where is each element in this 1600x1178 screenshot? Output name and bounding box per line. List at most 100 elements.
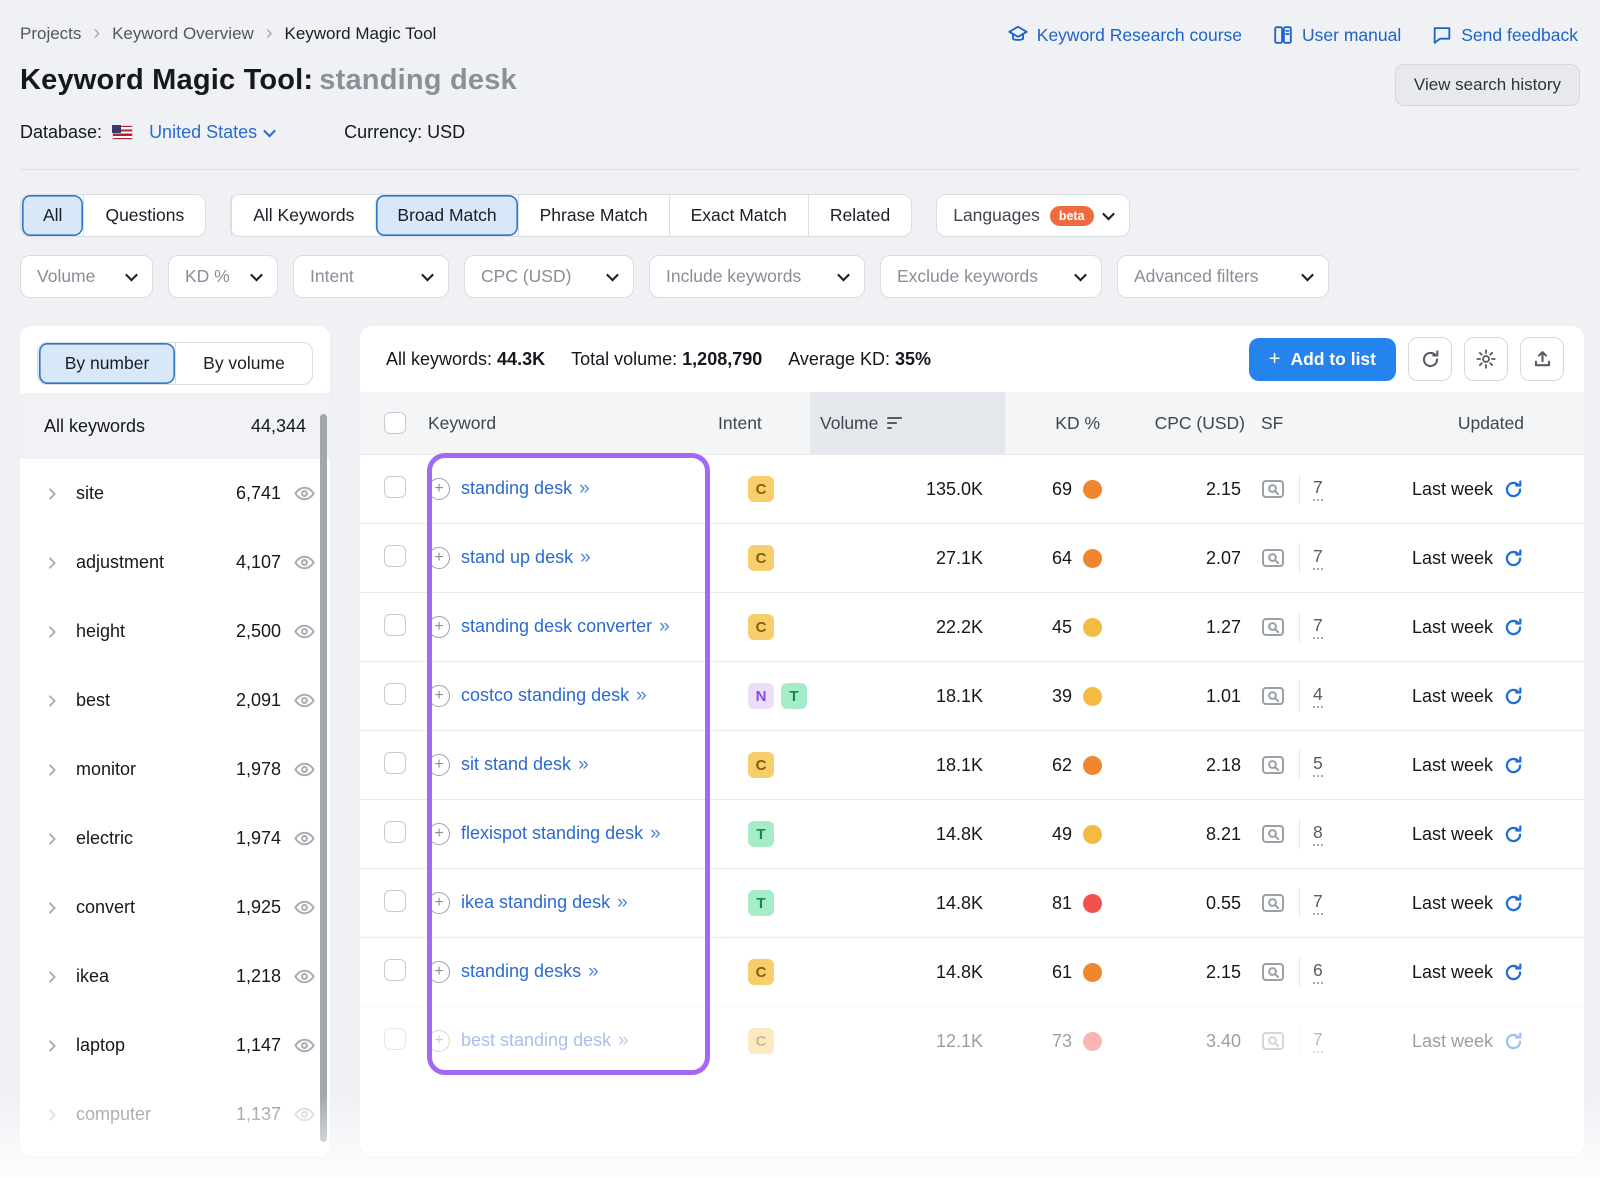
refresh-row-icon[interactable] <box>1503 824 1524 845</box>
sf-count[interactable]: 7 <box>1313 477 1323 501</box>
chevron-right-icon[interactable] <box>44 1107 60 1123</box>
sf-count[interactable]: 8 <box>1313 822 1323 846</box>
serp-features-icon[interactable] <box>1261 824 1286 845</box>
chevron-right-icon[interactable] <box>44 969 60 985</box>
tab-match-type[interactable]: All <box>21 195 83 236</box>
chevron-right-icon[interactable] <box>44 693 60 709</box>
serp-features-icon[interactable] <box>1261 686 1286 707</box>
sidebar-group-item[interactable]: best 2,091 <box>20 666 330 735</box>
tab-match-type[interactable]: Related <box>808 195 911 236</box>
column-header-kd[interactable]: KD % <box>1005 392 1110 454</box>
keyword-link[interactable]: flexispot standing desk» <box>461 820 660 848</box>
eye-icon[interactable] <box>293 965 316 988</box>
column-header-cpc[interactable]: CPC (USD) <box>1110 392 1255 454</box>
filter-dropdown[interactable]: KD % <box>168 255 278 298</box>
keyword-link[interactable]: ikea standing desk» <box>461 889 627 917</box>
eye-icon[interactable] <box>293 1034 316 1057</box>
eye-icon[interactable] <box>293 482 316 505</box>
view-search-history-button[interactable]: View search history <box>1395 64 1580 106</box>
column-header-volume[interactable]: Volume <box>810 392 1005 454</box>
keyword-link[interactable]: costco standing desk» <box>461 682 646 710</box>
sidebar-group-item[interactable]: site 6,741 <box>20 459 330 528</box>
chevron-right-icon[interactable] <box>44 1038 60 1054</box>
refresh-row-icon[interactable] <box>1503 686 1524 707</box>
filter-dropdown[interactable]: Volume <box>20 255 153 298</box>
serp-features-icon[interactable] <box>1261 1031 1286 1052</box>
sidebar-sort-tab[interactable]: By volume <box>175 343 312 384</box>
keyword-link[interactable]: sit stand desk» <box>461 751 588 779</box>
refresh-row-icon[interactable] <box>1503 617 1524 638</box>
row-checkbox[interactable] <box>384 890 406 912</box>
chevron-right-icon[interactable] <box>44 624 60 640</box>
add-to-list-button[interactable]: + Add to list <box>1249 338 1396 381</box>
keyword-link[interactable]: standing desk» <box>461 475 589 503</box>
sf-count[interactable]: 4 <box>1313 684 1323 708</box>
serp-features-icon[interactable] <box>1261 479 1286 500</box>
keyword-link[interactable]: stand up desk» <box>461 544 590 572</box>
eye-icon[interactable] <box>293 1103 316 1126</box>
sidebar-group-item[interactable]: electric 1,974 <box>20 804 330 873</box>
tab-match-type[interactable]: Questions <box>83 195 205 236</box>
sidebar-group-item[interactable]: computer 1,137 <box>20 1080 330 1149</box>
sf-count[interactable]: 7 <box>1313 1029 1323 1053</box>
keyword-link[interactable]: best standing desk» <box>461 1027 628 1055</box>
chevron-right-icon[interactable] <box>44 900 60 916</box>
sf-count[interactable]: 6 <box>1313 960 1323 984</box>
row-checkbox[interactable] <box>384 476 406 498</box>
eye-icon[interactable] <box>293 551 316 574</box>
sidebar-all-keywords-row[interactable]: All keywords 44,344 <box>20 393 330 459</box>
add-keyword-icon[interactable]: + <box>428 478 450 500</box>
sidebar-group-item[interactable]: ikea 1,218 <box>20 942 330 1011</box>
breadcrumb-keyword-overview[interactable]: Keyword Overview <box>112 24 254 44</box>
refresh-row-icon[interactable] <box>1503 893 1524 914</box>
refresh-row-icon[interactable] <box>1503 755 1524 776</box>
filter-dropdown[interactable]: Advanced filters <box>1117 255 1329 298</box>
column-header-intent[interactable]: Intent <box>718 392 810 454</box>
tab-match-type[interactable]: Exact Match <box>669 195 808 236</box>
sidebar-group-item[interactable]: laptop 1,147 <box>20 1011 330 1080</box>
serp-features-icon[interactable] <box>1261 755 1286 776</box>
chevron-right-icon[interactable] <box>44 831 60 847</box>
user-manual-link[interactable]: User manual <box>1272 24 1401 46</box>
add-keyword-icon[interactable]: + <box>428 961 450 983</box>
tab-match-type[interactable]: Broad Match <box>375 195 517 236</box>
add-keyword-icon[interactable]: + <box>428 892 450 914</box>
keyword-link[interactable]: standing desk converter» <box>461 613 669 641</box>
row-checkbox[interactable] <box>384 683 406 705</box>
languages-dropdown[interactable]: Languages beta <box>936 194 1129 237</box>
tab-match-type[interactable]: Phrase Match <box>518 195 669 236</box>
database-selector[interactable]: United States <box>112 122 274 143</box>
sidebar-group-item[interactable]: height 2,500 <box>20 597 330 666</box>
row-checkbox[interactable] <box>384 545 406 567</box>
chevron-right-icon[interactable] <box>44 555 60 571</box>
column-header-updated[interactable]: Updated <box>1373 392 1524 454</box>
eye-icon[interactable] <box>293 620 316 643</box>
filter-dropdown[interactable]: CPC (USD) <box>464 255 634 298</box>
row-checkbox[interactable] <box>384 959 406 981</box>
row-checkbox[interactable] <box>384 821 406 843</box>
sf-count[interactable]: 7 <box>1313 615 1323 639</box>
serp-features-icon[interactable] <box>1261 893 1286 914</box>
breadcrumb-projects[interactable]: Projects <box>20 24 81 44</box>
keyword-research-course-link[interactable]: Keyword Research course <box>1007 24 1242 46</box>
sf-count[interactable]: 5 <box>1313 753 1323 777</box>
refresh-row-icon[interactable] <box>1503 548 1524 569</box>
eye-icon[interactable] <box>293 689 316 712</box>
add-keyword-icon[interactable]: + <box>428 823 450 845</box>
sidebar-scrollbar[interactable] <box>320 414 327 1142</box>
sidebar-group-item[interactable]: convert 1,925 <box>20 873 330 942</box>
add-keyword-icon[interactable]: + <box>428 547 450 569</box>
filter-dropdown[interactable]: Include keywords <box>649 255 865 298</box>
row-checkbox[interactable] <box>384 1028 406 1050</box>
chevron-right-icon[interactable] <box>44 762 60 778</box>
chevron-right-icon[interactable] <box>44 486 60 502</box>
eye-icon[interactable] <box>293 758 316 781</box>
refresh-metrics-button[interactable] <box>1408 337 1452 381</box>
sidebar-group-item[interactable]: monitor 1,978 <box>20 735 330 804</box>
column-header-sf[interactable]: SF <box>1255 392 1373 454</box>
add-keyword-icon[interactable]: + <box>428 616 450 638</box>
refresh-row-icon[interactable] <box>1503 962 1524 983</box>
filter-dropdown[interactable]: Intent <box>293 255 449 298</box>
sf-count[interactable]: 7 <box>1313 891 1323 915</box>
row-checkbox[interactable] <box>384 614 406 636</box>
